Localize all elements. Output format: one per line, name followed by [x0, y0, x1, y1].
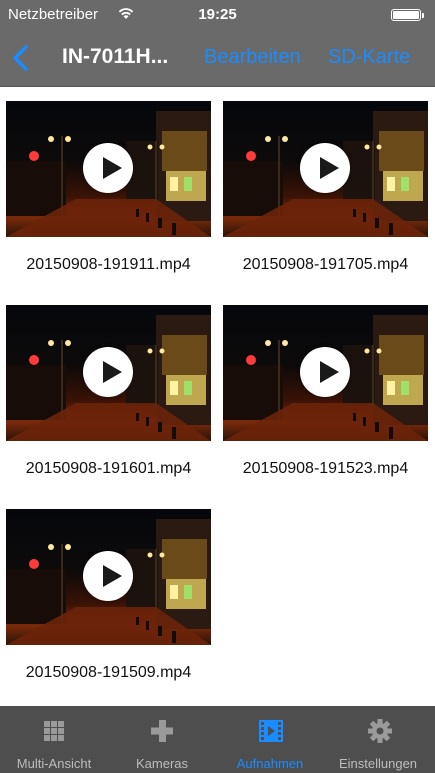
video-thumbnail[interactable]	[223, 101, 428, 237]
play-icon[interactable]	[300, 143, 350, 193]
recording-filename: 20150908-191705.mp4	[242, 256, 409, 273]
video-thumbnail[interactable]	[6, 305, 211, 441]
page-title: IN-7011H...	[62, 45, 169, 68]
tab-label: Kameras	[135, 756, 189, 771]
navigation-bar: IN-7011H... Bearbeiten SD-Karte	[0, 30, 435, 87]
tab-bar: Multi-Ansicht Kameras Aufnahmen Einstell…	[0, 706, 435, 773]
recording-filename: 20150908-191911.mp4	[26, 256, 191, 273]
status-bar: Netzbetreiber 19:25	[0, 0, 435, 30]
recordings-grid: 20150908-191911.mp4 20150908-191705.mp4	[0, 87, 435, 706]
battery-icon	[391, 9, 424, 21]
tab-cameras[interactable]: Kameras	[108, 706, 216, 773]
tab-settings[interactable]: Einstellungen	[324, 706, 432, 773]
sd-card-button[interactable]: SD-Karte	[328, 46, 410, 69]
grid-icon	[44, 721, 64, 741]
edit-button[interactable]: Bearbeiten	[204, 46, 301, 69]
gear-icon	[368, 719, 392, 743]
tab-label: Einstellungen	[338, 756, 418, 771]
recording-filename: 20150908-191509.mp4	[25, 664, 192, 681]
chevron-left-icon[interactable]	[10, 44, 32, 72]
tab-recordings[interactable]: Aufnahmen	[216, 706, 324, 773]
recording-filename: 20150908-191523.mp4	[242, 460, 409, 477]
plus-icon	[151, 720, 173, 742]
status-time: 19:25	[198, 6, 237, 23]
tab-multi-view[interactable]: Multi-Ansicht	[0, 706, 108, 773]
play-icon[interactable]	[83, 143, 133, 193]
video-thumbnail[interactable]	[6, 509, 211, 645]
video-thumbnail[interactable]	[223, 305, 428, 441]
play-icon[interactable]	[300, 347, 350, 397]
film-icon	[259, 720, 283, 742]
video-thumbnail[interactable]	[6, 101, 211, 237]
tab-label: Multi-Ansicht	[16, 756, 92, 771]
tab-label: Aufnahmen	[236, 756, 304, 771]
play-icon[interactable]	[83, 347, 133, 397]
play-icon[interactable]	[83, 551, 133, 601]
recording-filename: 20150908-191601.mp4	[25, 460, 192, 477]
